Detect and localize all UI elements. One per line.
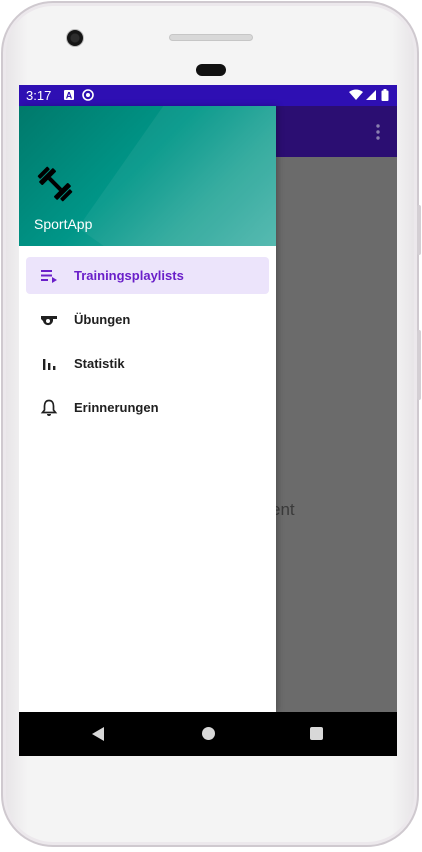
sync-notification-icon [82,89,94,101]
bell-icon [40,399,58,416]
drawer-header: SportApp [19,106,276,246]
cell-signal-icon [366,90,376,100]
status-bar: 3:17 A [19,85,397,106]
drawer-item-label: Statistik [74,356,125,371]
home-icon[interactable] [202,727,215,740]
system-navigation-bar [19,712,397,756]
overflow-menu-icon[interactable] [375,123,381,141]
device-screen: 3:17 A ent SportApp Trainingsplaylists Ü… [19,85,397,756]
front-camera [66,29,84,47]
volume-button [417,205,421,255]
dumbbell-icon [37,166,73,202]
drawer-item-erinnerungen[interactable]: Erinnerungen [26,389,269,426]
drawer-item-trainingsplaylists[interactable]: Trainingsplaylists [26,257,269,294]
status-time: 3:17 [26,88,52,103]
earpiece-speaker [169,34,253,41]
playlist-icon [41,270,57,283]
drawer-item-label: Übungen [74,312,131,327]
text-notification-icon: A [64,90,74,101]
back-icon[interactable] [91,726,105,742]
drawer-item-label: Erinnerungen [74,400,159,415]
wifi-icon [349,89,363,100]
battery-icon [381,89,389,101]
whistle-icon [41,316,57,326]
app-name: SportApp [34,216,93,232]
navigation-drawer: SportApp Trainingsplaylists Übungen Stat… [19,106,276,712]
recents-icon[interactable] [310,727,323,740]
drawer-item-label: Trainingsplaylists [74,268,184,283]
drawer-item-uebungen[interactable]: Übungen [26,301,269,338]
drawer-item-statistik[interactable]: Statistik [26,345,269,382]
svg-text:A: A [66,91,73,101]
proximity-sensor [196,64,226,76]
bar-chart-icon [43,359,56,370]
power-button [417,330,421,400]
